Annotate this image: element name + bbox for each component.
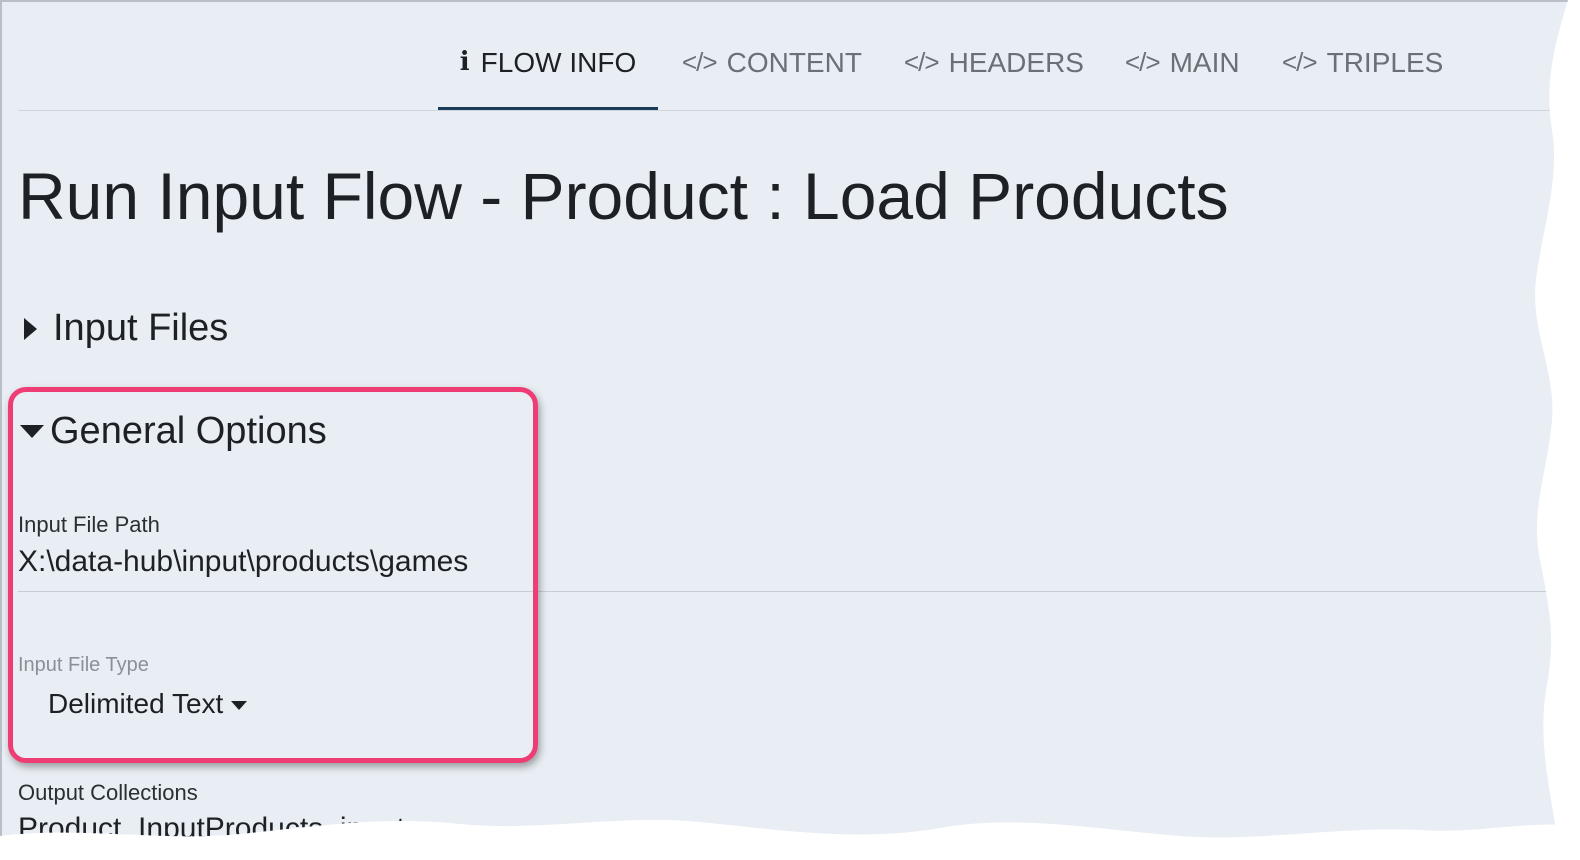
page-background: i FLOW INFO </> CONTENT </> HEADERS </> …	[0, 0, 1580, 860]
code-icon: </>	[1282, 47, 1318, 77]
output-collections-label: Output Collections	[18, 780, 198, 805]
input-file-path-label: Input File Path	[18, 512, 160, 537]
field-divider	[18, 591, 1560, 592]
tab-bar: i FLOW INFO </> CONTENT </> HEADERS </> …	[18, 30, 1560, 111]
info-icon: i	[459, 47, 470, 77]
page-title: Run Input Flow - Product : Load Products	[18, 159, 1229, 233]
tab-label: MAIN	[1169, 47, 1240, 78]
code-icon: </>	[904, 47, 940, 77]
section-label: Input Files	[53, 307, 229, 349]
tab-label: CONTENT	[726, 47, 862, 78]
tab-content[interactable]: </> CONTENT	[682, 30, 862, 110]
input-file-type-label: Input File Type	[18, 654, 149, 676]
tab-main[interactable]: </> MAIN	[1125, 30, 1240, 110]
tab-label: HEADERS	[948, 47, 1084, 78]
caret-right-icon	[24, 317, 37, 340]
input-file-path-value[interactable]: X:\data-hub\input\products\games	[18, 545, 468, 579]
section-label: General Options	[50, 410, 327, 452]
general-options-toggle[interactable]: General Options	[20, 410, 327, 453]
input-files-toggle[interactable]: Input Files	[20, 307, 228, 350]
dropdown-value: Delimited Text	[48, 688, 224, 719]
code-icon: </>	[682, 47, 718, 77]
tab-label: FLOW INFO	[480, 47, 637, 78]
tab-triples[interactable]: </> TRIPLES	[1282, 30, 1443, 110]
input-file-type-dropdown[interactable]: Delimited Text	[48, 688, 248, 720]
tab-headers[interactable]: </> HEADERS	[904, 30, 1084, 110]
output-collections-value: Product, InputProducts, input	[18, 812, 405, 845]
caret-down-icon	[20, 425, 44, 438]
tab-flow-info[interactable]: i FLOW INFO	[438, 30, 658, 110]
chevron-down-icon	[231, 700, 248, 710]
code-icon: </>	[1125, 47, 1161, 77]
tab-label: TRIPLES	[1326, 47, 1444, 78]
